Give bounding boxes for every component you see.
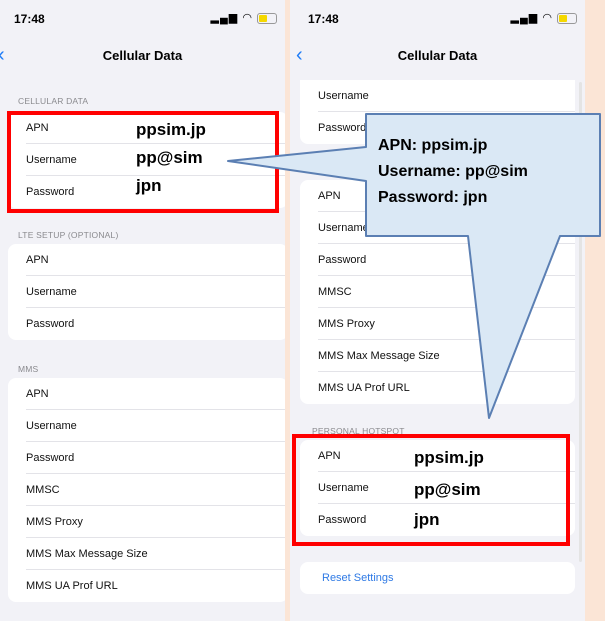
status-time: 17:48 [308, 12, 339, 26]
row-label: Password [318, 254, 367, 266]
wifi-icon: ◠ [242, 12, 253, 24]
lte-setup-group: APN Username Password [8, 244, 285, 340]
section-header-cellular-data: CELLULAR DATA [18, 96, 89, 106]
mms-ua-prof-row[interactable]: MMS UA Prof URL [300, 372, 575, 404]
row-label: Username [318, 222, 369, 234]
row-label: Password [318, 122, 367, 134]
left-phone-screen: 17:48 ▂▄▆ ◠ ‹ Cellular Data CELLULAR DAT… [0, 0, 285, 621]
row-label: MMSC [318, 286, 352, 298]
row-label: MMS UA Prof URL [318, 382, 410, 394]
mms-proxy-row[interactable]: MMS Proxy [300, 308, 575, 340]
page-title: Cellular Data [102, 48, 183, 63]
row-label: MMS Proxy [26, 516, 83, 528]
status-bar: 17:48 ▂▄▆ ◠ [0, 0, 285, 28]
overlay-hotspot-password-value: jpn [414, 510, 440, 529]
row-label: Password [26, 318, 75, 330]
row-label: MMSC [26, 484, 60, 496]
callout-password-line: Password: jpn [378, 189, 488, 206]
reset-settings-group: Reset Settings [300, 562, 575, 594]
signal-icon: ▂▄▆ [210, 12, 239, 24]
row-label: Username [26, 420, 77, 432]
reset-settings-button[interactable]: Reset Settings [322, 572, 394, 584]
callout-text: APN: ppsim.jp Username: pp@sim Password:… [378, 133, 528, 211]
wifi-icon: ◠ [542, 12, 553, 24]
status-bar: 17:48 ▂▄▆ ◠ [290, 0, 585, 28]
lte-password-row[interactable]: Password [8, 308, 285, 340]
section-header-lte-setup: LTE SETUP (OPTIONAL) [18, 230, 119, 240]
row-label: Username [318, 90, 369, 102]
mms-ua-prof-row[interactable]: MMS UA Prof URL [8, 570, 285, 602]
row-label: APN [318, 190, 341, 202]
overlay-username-value: pp@sim [136, 148, 203, 167]
scrollbar[interactable] [579, 82, 582, 562]
row-label: Password [26, 452, 75, 464]
overlay-hotspot-apn-value: ppsim.jp [414, 448, 484, 467]
row-label: APN [26, 388, 49, 400]
overlay-password-value: jpn [136, 176, 162, 195]
lte-apn-row[interactable]: APN [8, 244, 285, 276]
row-label: MMS Max Message Size [318, 350, 440, 362]
mmsc-row[interactable]: MMSC [300, 276, 575, 308]
callout-apn-line: APN: ppsim.jp [378, 137, 488, 154]
mms-apn-row[interactable]: APN [8, 378, 285, 410]
nav-bar: ‹ Cellular Data [290, 40, 585, 70]
overlay-hotspot-username-value: pp@sim [414, 480, 481, 499]
mms-group: APN Username Password MMSC MMS Proxy MMS… [8, 378, 285, 602]
row-label: MMS UA Prof URL [26, 580, 118, 592]
battery-icon [557, 12, 577, 24]
mms-max-size-row[interactable]: MMS Max Message Size [8, 538, 285, 570]
battery-icon [257, 12, 277, 24]
signal-icon: ▂▄▆ [510, 12, 539, 24]
cellular-username-row[interactable]: Username [300, 80, 575, 112]
mms-mmsc-row[interactable]: MMSC [8, 474, 285, 506]
callout-username-line: Username: pp@sim [378, 163, 528, 180]
signal-wifi-battery-icons: ▂▄▆ ◠ [511, 11, 577, 24]
password-row[interactable]: Password [300, 244, 575, 276]
lte-mms-group: APN Username Password MMSC MMS Proxy MMS… [300, 180, 575, 404]
lte-username-row[interactable]: Username [8, 276, 285, 308]
mms-proxy-row[interactable]: MMS Proxy [8, 506, 285, 538]
section-header-mms: MMS [18, 364, 39, 374]
mms-max-size-row[interactable]: MMS Max Message Size [300, 340, 575, 372]
page-title: Cellular Data [397, 48, 478, 63]
mms-password-row[interactable]: Password [8, 442, 285, 474]
mms-username-row[interactable]: Username [8, 410, 285, 442]
username-row[interactable]: Username [300, 212, 575, 244]
overlay-apn-value: ppsim.jp [136, 120, 206, 139]
signal-wifi-battery-icons: ▂▄▆ ◠ [211, 11, 277, 24]
row-label: MMS Proxy [318, 318, 375, 330]
row-label: MMS Max Message Size [26, 548, 148, 560]
row-label: APN [26, 254, 49, 266]
row-label: Username [26, 286, 77, 298]
nav-bar: ‹ Cellular Data [0, 40, 285, 70]
status-time: 17:48 [14, 12, 45, 26]
